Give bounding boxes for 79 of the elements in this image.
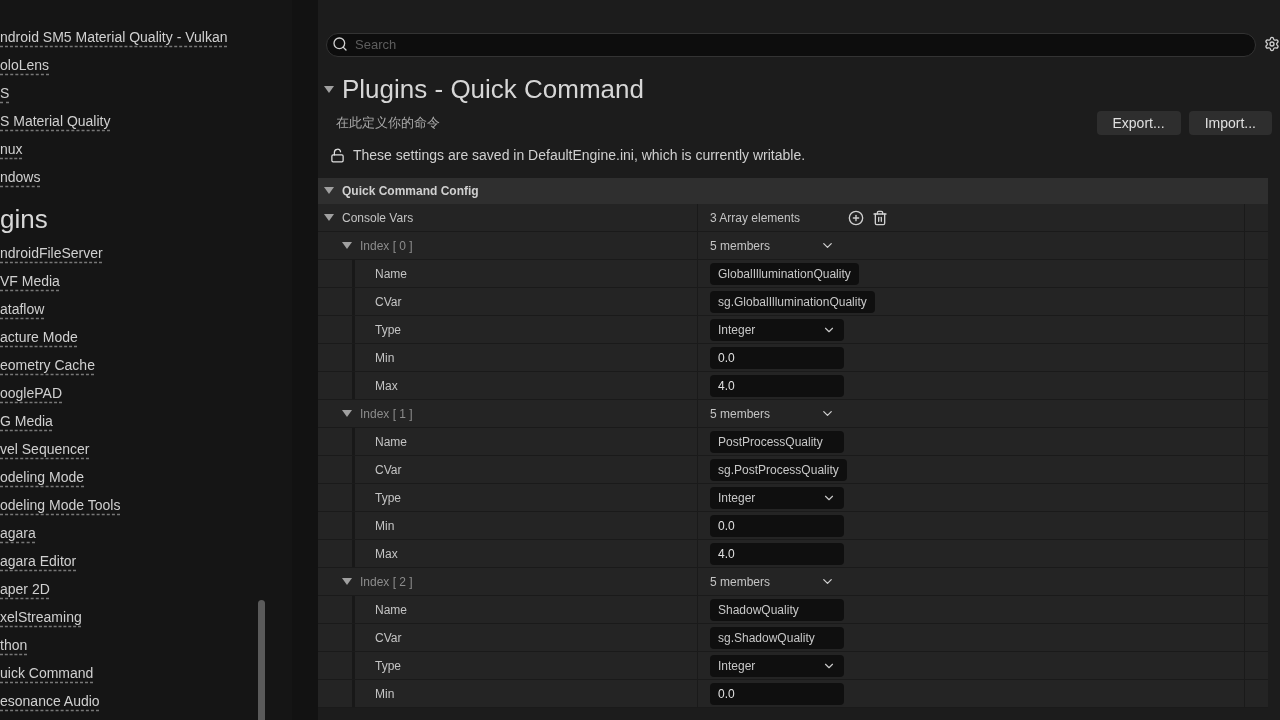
array-count: 3 Array elements [710, 209, 802, 227]
page-description: 在此定义你的命令 [336, 114, 440, 133]
sidebar-link[interactable]: VF Media [0, 267, 60, 295]
text-field[interactable]: sg.GlobalIlluminationQuality [710, 290, 875, 313]
sidebar-link[interactable]: agara Editor [0, 547, 77, 575]
sidebar-link[interactable]: nux [0, 135, 23, 163]
type-dropdown[interactable]: Integer [710, 654, 844, 677]
sidebar-link[interactable]: ndroidFileServer [0, 239, 103, 267]
property-label: Max [375, 545, 398, 563]
sidebar-link[interactable]: G Media [0, 407, 53, 435]
member-count: 5 members [710, 237, 772, 255]
collapse-arrow-icon[interactable] [324, 187, 334, 195]
collapse-arrow-icon[interactable] [342, 241, 352, 250]
sidebar-link[interactable]: thon [0, 631, 28, 659]
section-heading: gins [0, 203, 49, 236]
property-label: Type [375, 321, 401, 339]
number-field[interactable]: 4.0 [710, 374, 844, 397]
number-field[interactable]: 4.0 [710, 542, 844, 565]
sidebar-link[interactable]: oloLens [0, 51, 50, 79]
collapse-arrow-icon[interactable] [342, 409, 352, 418]
sidebar-link[interactable]: vel Sequencer [0, 435, 90, 463]
property-label: Name [375, 265, 407, 283]
delete-icon[interactable] [872, 209, 888, 226]
number-field[interactable]: 0.0 [710, 514, 844, 537]
export-button[interactable]: Export... [1096, 111, 1181, 135]
sidebar-link[interactable]: odeling Mode Tools [0, 491, 121, 519]
text-field[interactable]: PostProcessQuality [710, 430, 844, 453]
type-dropdown[interactable]: Integer [710, 486, 844, 509]
member-count: 5 members [710, 573, 772, 591]
sidebar-link[interactable]: ndroid SM5 Material Quality - Vulkan [0, 23, 228, 51]
sidebar-link[interactable]: agara [0, 519, 36, 547]
search-field[interactable]: Search [326, 32, 1256, 57]
sidebar-link[interactable]: S [0, 79, 10, 107]
collapse-arrow-icon[interactable] [324, 213, 334, 222]
property-label: Name [375, 433, 407, 451]
section-title: Quick Command Config [342, 183, 479, 200]
sidebar-link[interactable]: ndows [0, 163, 41, 191]
element-label: Index [ 1 ] [360, 405, 413, 423]
text-field[interactable]: sg.PostProcessQuality [710, 458, 847, 481]
section-header[interactable]: Quick Command Config [318, 178, 1268, 204]
sidebar-link[interactable]: ataflow [0, 295, 45, 323]
property-label: Name [375, 601, 407, 619]
collapse-arrow-icon[interactable] [324, 85, 334, 94]
add-icon[interactable] [848, 209, 864, 226]
sidebar-link[interactable]: xelStreaming [0, 603, 82, 631]
text-field[interactable]: ShadowQuality [710, 598, 844, 621]
number-field[interactable]: 0.0 [710, 346, 844, 369]
property-label: Max [375, 377, 398, 395]
property-label: CVar [375, 293, 402, 311]
sidebar-link[interactable]: eometry Cache [0, 351, 95, 379]
settings-icon[interactable] [1264, 36, 1280, 52]
sidebar-link[interactable]: esonance Audio [0, 687, 100, 715]
element-label: Index [ 2 ] [360, 573, 413, 591]
import-button[interactable]: Import... [1188, 111, 1272, 135]
search-icon [332, 36, 348, 52]
sidebar-link[interactable]: odeling Mode [0, 463, 85, 491]
number-field[interactable]: 0.0 [710, 682, 844, 705]
property-label: Type [375, 489, 401, 507]
property-label: CVar [375, 629, 402, 647]
sidebar-link[interactable]: uick Command [0, 659, 94, 687]
sidebar-link[interactable]: ooglePAD [0, 379, 62, 407]
page-title: Plugins - Quick Command [342, 73, 644, 106]
text-field[interactable]: GlobalIlluminationQuality [710, 262, 859, 285]
property-label: Min [375, 685, 395, 703]
member-count: 5 members [710, 405, 772, 423]
element-label: Index [ 0 ] [360, 237, 413, 255]
property-label: CVar [375, 461, 402, 479]
property-label: Console Vars [342, 209, 414, 227]
type-dropdown[interactable]: Integer [710, 318, 844, 341]
text-field[interactable]: sg.ShadowQuality [710, 626, 844, 649]
settings-notice: These settings are saved in DefaultEngine.ini, which is currently writable. [353, 146, 806, 165]
collapse-arrow-icon[interactable] [342, 577, 352, 586]
sidebar-link[interactable]: acture Mode [0, 323, 78, 351]
scrollbar[interactable] [258, 600, 265, 720]
property-label: Min [375, 517, 395, 535]
sidebar-link[interactable]: S Material Quality [0, 107, 111, 135]
sidebar-link[interactable]: aper 2D [0, 575, 50, 603]
property-label: Min [375, 349, 395, 367]
property-label: Type [375, 657, 401, 675]
